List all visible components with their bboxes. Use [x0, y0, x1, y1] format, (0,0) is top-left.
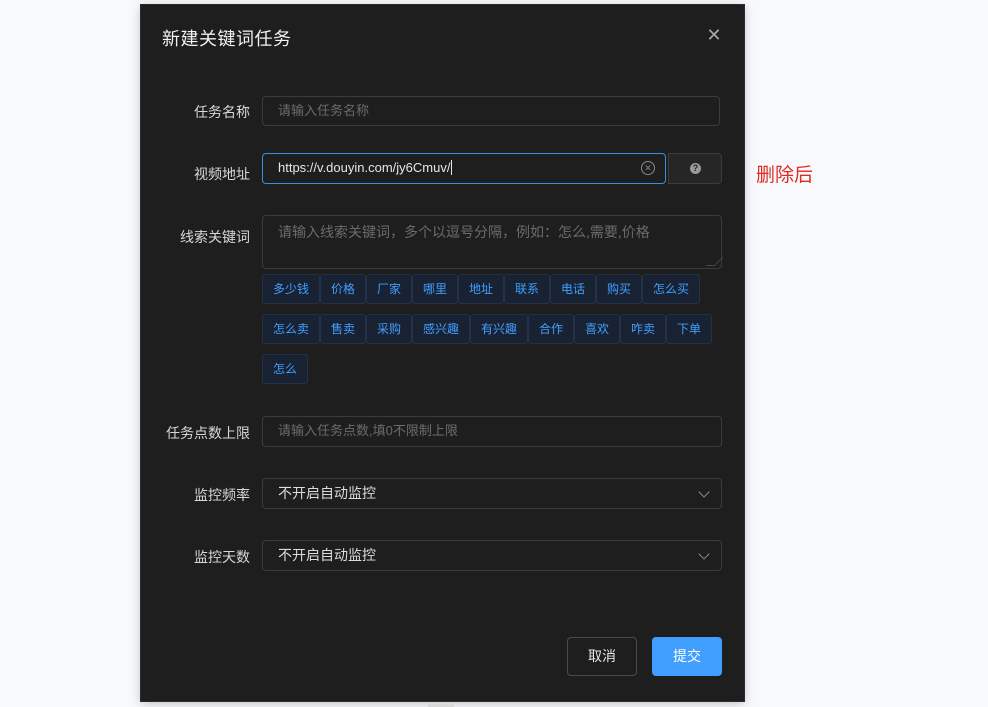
cancel-button[interactable]: 取消 [567, 637, 637, 676]
keywords-textarea[interactable]: 请输入线索关键词，多个以逗号分隔，例如：怎么,需要,价格 [262, 215, 724, 269]
keyword-tag[interactable]: 地址 [458, 274, 504, 304]
keyword-tag[interactable]: 厂家 [366, 274, 412, 304]
submit-button[interactable]: 提交 [652, 637, 722, 676]
keyword-tag[interactable]: 采购 [366, 314, 412, 344]
keyword-tag[interactable]: 价格 [320, 274, 366, 304]
monitor-days-label: 监控天数 [194, 549, 250, 565]
points-limit-input[interactable]: 请输入任务点数,填0不限制上限 [262, 416, 722, 447]
monitor-frequency-label: 监控频率 [194, 487, 250, 503]
new-keyword-task-dialog: 新建关键词任务 ✕ 任务名称 请输入任务名称 视频地址 https://v.do… [141, 5, 744, 701]
resize-handle-icon[interactable] [705, 257, 724, 266]
keywords-label: 线索关键词 [180, 229, 250, 245]
clear-icon[interactable]: ✕ [641, 161, 655, 175]
annotation-text: 删除后 [756, 165, 814, 186]
question-icon: ? [690, 163, 701, 174]
keyword-tag[interactable]: 哪里 [412, 274, 458, 304]
keywords-placeholder: 请输入线索关键词，多个以逗号分隔，例如：怎么,需要,价格 [278, 224, 650, 240]
dialog-title: 新建关键词任务 [162, 29, 292, 49]
keyword-tag[interactable]: 联系 [504, 274, 550, 304]
keyword-tag[interactable]: 怎么卖 [262, 314, 320, 344]
keyword-tag[interactable]: 有兴趣 [470, 314, 528, 344]
monitor-frequency-value: 不开启自动监控 [278, 485, 376, 501]
keyword-tag[interactable]: 怎么 [262, 354, 308, 384]
keyword-tag[interactable]: 咋卖 [620, 314, 666, 344]
video-url-value: https://v.douyin.com/jy6Cmuv/ [278, 160, 451, 175]
keyword-tag[interactable]: 售卖 [320, 314, 366, 344]
task-name-input[interactable]: 请输入任务名称 [262, 96, 720, 126]
keyword-tag[interactable]: 下单 [666, 314, 712, 344]
keyword-tag[interactable]: 感兴趣 [412, 314, 470, 344]
monitor-days-select[interactable]: 不开启自动监控 [262, 540, 722, 571]
monitor-frequency-select[interactable]: 不开启自动监控 [262, 478, 722, 509]
video-url-input[interactable]: https://v.douyin.com/jy6Cmuv/ ✕ [262, 153, 666, 184]
keyword-tag[interactable]: 电话 [550, 274, 596, 304]
close-icon[interactable]: ✕ [704, 25, 724, 45]
keyword-tag[interactable]: 多少钱 [262, 274, 320, 304]
keyword-tag[interactable]: 怎么买 [642, 274, 700, 304]
help-button[interactable]: ? [668, 153, 722, 184]
monitor-days-value: 不开启自动监控 [278, 547, 376, 563]
keyword-tag[interactable]: 合作 [528, 314, 574, 344]
video-url-label: 视频地址 [194, 166, 250, 182]
points-limit-label: 任务点数上限 [166, 425, 250, 441]
chevron-down-icon [698, 486, 710, 498]
task-name-label: 任务名称 [194, 104, 250, 120]
text-cursor [451, 160, 453, 175]
keyword-tag[interactable]: 喜欢 [574, 314, 620, 344]
chevron-down-icon [698, 548, 710, 560]
keyword-tag[interactable]: 购买 [596, 274, 642, 304]
